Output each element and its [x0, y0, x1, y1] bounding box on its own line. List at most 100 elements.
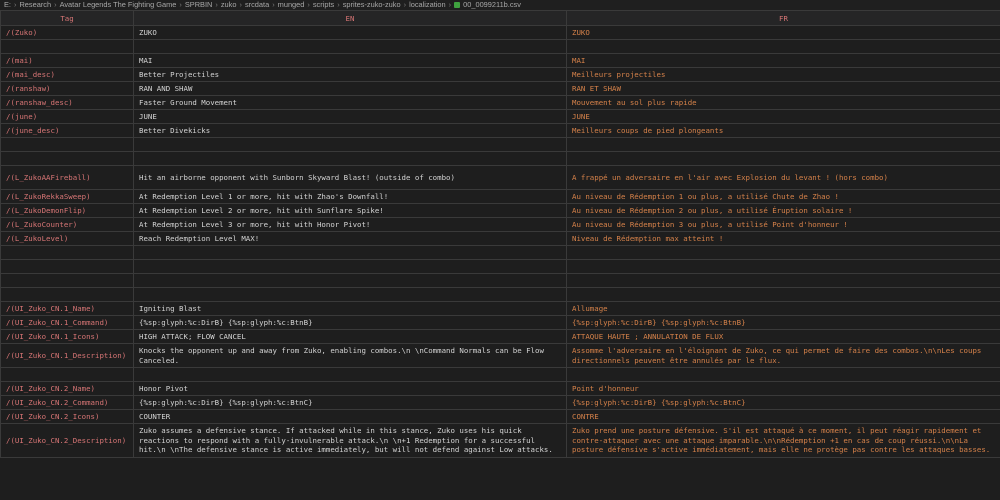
cell-tag[interactable]: /(L_ZukoLevel)	[0, 231, 134, 246]
cell-fr[interactable]: {%sp:glyph:%c:DirB} {%sp:glyph:%c:BtnC}	[566, 395, 1000, 410]
cell-fr[interactable]	[566, 137, 1000, 152]
cell-fr[interactable]	[566, 287, 1000, 302]
cell-tag[interactable]	[0, 367, 134, 382]
breadcrumb-item[interactable]: Avatar Legends The Fighting Game	[60, 0, 177, 9]
cell-fr[interactable]: Au niveau de Rédemption 3 ou plus, a uti…	[566, 217, 1000, 232]
cell-en[interactable]: Better Projectiles	[133, 67, 567, 82]
cell-en[interactable]	[133, 39, 567, 54]
cell-tag[interactable]: /(june_desc)	[0, 123, 134, 138]
breadcrumb-item[interactable]: scripts	[313, 0, 334, 9]
cell-en[interactable]	[133, 137, 567, 152]
column-header-fr[interactable]: FR	[566, 10, 1000, 26]
cell-fr[interactable]	[566, 259, 1000, 274]
cell-tag[interactable]: /(ranshaw)	[0, 81, 134, 96]
cell-en[interactable]: COUNTER	[133, 409, 567, 424]
cell-tag[interactable]: /(UI_Zuko_CN.1_Name)	[0, 301, 134, 316]
cell-tag[interactable]: /(UI_Zuko_CN.1_Icons)	[0, 329, 134, 344]
breadcrumb-item[interactable]: munged	[278, 0, 305, 9]
breadcrumb-item[interactable]: SPRBIN	[185, 0, 213, 9]
cell-tag[interactable]	[0, 137, 134, 152]
column-header-tag[interactable]: Tag	[0, 10, 134, 26]
cell-en[interactable]	[133, 245, 567, 260]
cell-en[interactable]: Knocks the opponent up and away from Zuk…	[133, 343, 567, 368]
cell-en[interactable]	[133, 259, 567, 274]
column-header-en[interactable]: EN	[133, 10, 567, 26]
cell-en[interactable]: At Redemption Level 1 or more, hit with …	[133, 189, 567, 204]
cell-fr[interactable]	[566, 245, 1000, 260]
breadcrumb-item[interactable]: zuko	[221, 0, 237, 9]
cell-fr[interactable]	[566, 273, 1000, 288]
cell-en[interactable]: Reach Redemption Level MAX!	[133, 231, 567, 246]
breadcrumb-separator: ›	[307, 0, 310, 9]
breadcrumb-item[interactable]: localization	[409, 0, 446, 9]
cell-tag[interactable]: /(UI_Zuko_CN.2_Description)	[0, 423, 134, 458]
cell-tag[interactable]: /(mai)	[0, 53, 134, 68]
table-row	[0, 39, 1000, 54]
cell-fr[interactable]: Au niveau de Rédemption 2 ou plus, a uti…	[566, 203, 1000, 218]
cell-en[interactable]: RAN AND SHAW	[133, 81, 567, 96]
cell-fr[interactable]: Niveau de Rédemption max atteint !	[566, 231, 1000, 246]
cell-fr[interactable]: ZUKO	[566, 25, 1000, 40]
cell-tag[interactable]: /(Zuko)	[0, 25, 134, 40]
cell-fr[interactable]: CONTRE	[566, 409, 1000, 424]
cell-fr[interactable]: Point d'honneur	[566, 381, 1000, 396]
cell-tag[interactable]: /(UI_Zuko_CN.2_Command)	[0, 395, 134, 410]
cell-tag[interactable]: /(june)	[0, 109, 134, 124]
cell-fr[interactable]: Zuko prend une posture défensive. S'il e…	[566, 423, 1000, 458]
breadcrumb-item[interactable]: srcdata	[245, 0, 269, 9]
cell-en[interactable]	[133, 151, 567, 166]
cell-tag[interactable]: /(UI_Zuko_CN.1_Command)	[0, 315, 134, 330]
cell-fr[interactable]: Allumage	[566, 301, 1000, 316]
cell-en[interactable]	[133, 367, 567, 382]
cell-fr[interactable]: RAN ET SHAW	[566, 81, 1000, 96]
cell-en[interactable]: Better Divekicks	[133, 123, 567, 138]
cell-en[interactable]: At Redemption Level 3 or more, hit with …	[133, 217, 567, 232]
cell-fr[interactable]: Assomme l'adversaire en l'éloignant de Z…	[566, 343, 1000, 368]
cell-tag[interactable]: /(ranshaw_desc)	[0, 95, 134, 110]
cell-tag[interactable]	[0, 39, 134, 54]
breadcrumb-item[interactable]: Research	[19, 0, 51, 9]
cell-fr[interactable]: ATTAQUE HAUTE ; ANNULATION DE FLUX	[566, 329, 1000, 344]
cell-en[interactable]: Zuko assumes a defensive stance. If atta…	[133, 423, 567, 458]
cell-tag[interactable]: /(UI_Zuko_CN.2_Icons)	[0, 409, 134, 424]
cell-en[interactable]: Igniting Blast	[133, 301, 567, 316]
cell-en[interactable]: Hit an airborne opponent with Sunborn Sk…	[133, 165, 567, 190]
cell-en[interactable]: At Redemption Level 2 or more, hit with …	[133, 203, 567, 218]
cell-tag[interactable]: /(UI_Zuko_CN.1_Description)	[0, 343, 134, 368]
cell-fr[interactable]: Meilleurs projectiles	[566, 67, 1000, 82]
cell-en[interactable]: ZUKO	[133, 25, 567, 40]
cell-tag[interactable]: /(L_ZukoAAFireball)	[0, 165, 134, 190]
cell-fr[interactable]: Meilleurs coups de pied plongeants	[566, 123, 1000, 138]
breadcrumb-item[interactable]: sprites-zuko-zuko	[343, 0, 401, 9]
cell-fr[interactable]: MAI	[566, 53, 1000, 68]
cell-en[interactable]: {%sp:glyph:%c:DirB} {%sp:glyph:%c:BtnB}	[133, 315, 567, 330]
cell-tag[interactable]	[0, 273, 134, 288]
cell-tag[interactable]	[0, 287, 134, 302]
cell-tag[interactable]	[0, 259, 134, 274]
cell-tag[interactable]: /(L_ZukoCounter)	[0, 217, 134, 232]
breadcrumb-item[interactable]: E:	[4, 0, 11, 9]
cell-fr[interactable]	[566, 151, 1000, 166]
cell-tag[interactable]	[0, 245, 134, 260]
cell-en[interactable]: Honor Pivot	[133, 381, 567, 396]
cell-en[interactable]: Faster Ground Movement	[133, 95, 567, 110]
cell-en[interactable]: JUNE	[133, 109, 567, 124]
cell-fr[interactable]: A frappé un adversaire en l'air avec Exp…	[566, 165, 1000, 190]
cell-fr[interactable]	[566, 39, 1000, 54]
cell-tag[interactable]: /(UI_Zuko_CN.2_Name)	[0, 381, 134, 396]
cell-fr[interactable]: {%sp:glyph:%c:DirB} {%sp:glyph:%c:BtnB}	[566, 315, 1000, 330]
cell-fr[interactable]: Mouvement au sol plus rapide	[566, 95, 1000, 110]
cell-en[interactable]: {%sp:glyph:%c:DirB} {%sp:glyph:%c:BtnC}	[133, 395, 567, 410]
cell-fr[interactable]	[566, 367, 1000, 382]
cell-fr[interactable]: JUNE	[566, 109, 1000, 124]
cell-en[interactable]	[133, 287, 567, 302]
cell-tag[interactable]: /(mai_desc)	[0, 67, 134, 82]
cell-fr[interactable]: Au niveau de Rédemption 1 ou plus, a uti…	[566, 189, 1000, 204]
cell-en[interactable]: MAI	[133, 53, 567, 68]
cell-tag[interactable]: /(L_ZukoRekkaSweep)	[0, 189, 134, 204]
cell-tag[interactable]: /(L_ZukoDemonFlip)	[0, 203, 134, 218]
cell-tag[interactable]	[0, 151, 134, 166]
cell-en[interactable]: HIGH ATTACK; FLOW CANCEL	[133, 329, 567, 344]
cell-en[interactable]	[133, 273, 567, 288]
breadcrumb-file[interactable]: 00_0099211b.csv	[463, 0, 521, 9]
